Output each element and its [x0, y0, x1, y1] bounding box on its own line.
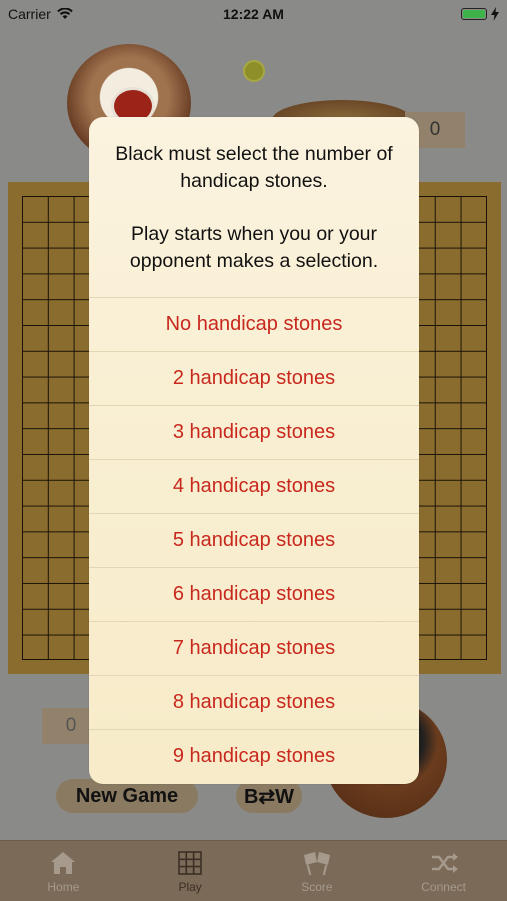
dialog-message-line2: Play starts when you or your opponent ma… [129, 223, 379, 272]
status-time: 12:22 AM [223, 6, 284, 22]
shuffle-icon [431, 853, 458, 873]
handicap-dialog: Black must select the number of handicap… [89, 117, 419, 784]
tab-play[interactable]: Play [127, 841, 254, 901]
dialog-message: Black must select the number of handicap… [89, 117, 419, 297]
checkered-flags-icon [303, 852, 330, 876]
tab-home[interactable]: Home [0, 841, 127, 901]
tab-play-label: Play [178, 880, 202, 894]
battery-icon [461, 8, 487, 20]
option-6-handicap[interactable]: 6 handicap stones [89, 567, 419, 621]
tab-connect-label: Connect [421, 880, 466, 894]
grid-icon [178, 851, 202, 875]
option-3-handicap[interactable]: 3 handicap stones [89, 405, 419, 459]
tab-home-label: Home [47, 880, 80, 894]
option-5-handicap[interactable]: 5 handicap stones [89, 513, 419, 567]
new-game-button[interactable]: New Game [56, 779, 198, 813]
tab-connect[interactable]: Connect [380, 841, 507, 901]
option-8-handicap[interactable]: 8 handicap stones [89, 675, 419, 729]
tab-bar: Home Play Score Connect [0, 840, 507, 901]
tab-score-label: Score [301, 880, 333, 894]
home-icon [51, 852, 76, 874]
option-no-handicap[interactable]: No handicap stones [89, 297, 419, 351]
status-bar: Carrier 12:22 AM [0, 0, 507, 28]
option-2-handicap[interactable]: 2 handicap stones [89, 351, 419, 405]
option-7-handicap[interactable]: 7 handicap stones [89, 621, 419, 675]
battery-indicator [461, 7, 499, 21]
tab-score[interactable]: Score [254, 841, 381, 901]
charging-bolt-icon [491, 7, 499, 21]
status-light [243, 60, 265, 82]
dialog-message-line1: Black must select the number of handicap… [115, 143, 393, 192]
option-9-handicap[interactable]: 9 handicap stones [89, 729, 419, 783]
swap-colors-button[interactable]: B⇄W [236, 779, 302, 813]
option-4-handicap[interactable]: 4 handicap stones [89, 459, 419, 513]
